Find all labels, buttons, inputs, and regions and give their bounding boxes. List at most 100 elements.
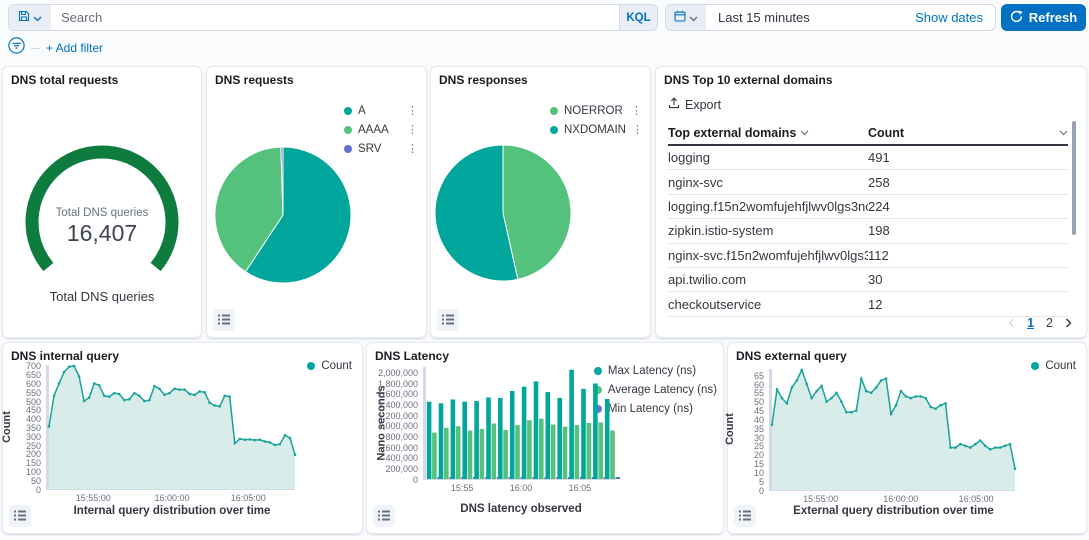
pie-legend: A⋮ AAAA⋮ SRV⋮ (344, 105, 418, 155)
refresh-label: Refresh (1029, 10, 1077, 25)
kql-button[interactable]: KQL (619, 5, 657, 30)
panel-dns-latency: DNS Latency Max Latency (ns)Average Late… (366, 342, 724, 534)
y-tick-label: 1,600,000 (367, 389, 418, 399)
y-tick-label: 15 (728, 459, 764, 469)
column-label: Top external domains (668, 126, 796, 140)
y-tick-label: 30 (728, 433, 764, 443)
legend-toggle-button[interactable] (734, 505, 756, 527)
show-dates-link[interactable]: Show dates (915, 5, 995, 30)
y-tick-label: 40 (728, 415, 764, 425)
saved-query-icon (18, 10, 30, 25)
legend-dot-icon (1031, 362, 1039, 370)
y-tick-label: 200,000 (367, 464, 418, 474)
legend-dot-icon (550, 126, 558, 134)
count-cell: 198 (868, 223, 1068, 238)
legend-toggle-icon (14, 509, 26, 524)
panel-dns-internal-query: DNS internal query Count Count Internal … (2, 342, 363, 534)
area-chart[interactable] (49, 365, 295, 489)
legend-menu-icon[interactable]: ⋮ (632, 125, 643, 136)
dropdown-chevron-icon (33, 10, 42, 25)
legend-item-AAAA[interactable]: AAAA⋮ (344, 124, 418, 136)
panel-dns-total-requests: DNS total requests Total DNS queries 16,… (2, 66, 202, 338)
pie-legend: NOERROR⋮ NXDOMAIN⋮ (550, 105, 642, 136)
area-chart[interactable] (772, 369, 1015, 490)
legend-item-Count[interactable]: Count (307, 360, 352, 372)
bar-chart[interactable] (426, 367, 616, 479)
legend-item-NOERROR[interactable]: NOERROR⋮ (550, 105, 642, 117)
refresh-button[interactable]: Refresh (1001, 4, 1086, 31)
x-tick-label: 16:05 (569, 483, 592, 493)
pie-chart[interactable] (433, 143, 573, 283)
gauge-bottom-label: Total DNS queries (3, 289, 201, 304)
page-number-2[interactable]: 2 (1046, 316, 1053, 330)
legend-menu-icon[interactable]: ⋮ (631, 106, 642, 117)
search-input[interactable] (51, 5, 619, 30)
y-tick-label: 1,400,000 (367, 400, 418, 410)
prev-page-icon[interactable] (1008, 318, 1015, 328)
legend-toggle-button[interactable] (373, 505, 395, 527)
y-tick-label: 10 (728, 468, 764, 478)
legend-toggle-button[interactable] (213, 309, 235, 331)
legend-item-A[interactable]: A⋮ (344, 105, 418, 117)
x-tick-label: 16:05:00 (231, 493, 266, 503)
gauge-label: Total DNS queries (3, 207, 201, 219)
legend-item-SRV[interactable]: SRV⋮ (344, 143, 418, 155)
panel-dns-external-query: DNS external query Count Count External … (727, 342, 1087, 534)
y-tick-label: 600 (3, 379, 41, 389)
legend-item-Count[interactable]: Count (1031, 360, 1076, 372)
count-cell: 12 (868, 297, 1068, 312)
x-tick-label: 15:55:00 (803, 494, 838, 504)
y-tick-label: 650 (3, 370, 41, 380)
page-numbers: 12 (1027, 316, 1053, 330)
panel-title: DNS responses (439, 73, 528, 87)
table-row: checkoutservice12 (668, 292, 1068, 316)
panel-dns-responses: DNS responses NOERROR⋮ NXDOMAIN⋮ (430, 66, 651, 338)
filter-icon[interactable] (8, 37, 25, 59)
legend-menu-icon[interactable]: ⋮ (407, 144, 418, 155)
legend-toggle-icon (378, 509, 390, 524)
legend-toggle-icon (442, 313, 454, 328)
legend-label: Count (321, 360, 352, 372)
pie-chart[interactable] (213, 145, 353, 285)
y-tick-label: 35 (728, 424, 764, 434)
x-axis-title: DNS latency observed (426, 503, 616, 515)
column-header-domains[interactable]: Top external domains (668, 126, 868, 140)
x-tick-label: 15:55 (451, 483, 474, 493)
legend-dot-icon (344, 126, 352, 134)
x-tick-label: 16:05:00 (959, 494, 994, 504)
next-page-icon[interactable] (1065, 318, 1072, 328)
legend-dot-icon (550, 107, 558, 115)
x-tick-label: 15:55:00 (76, 493, 111, 503)
panel-title: DNS Top 10 external domains (664, 73, 833, 87)
page-number-1[interactable]: 1 (1027, 316, 1034, 330)
y-tick-label: 700 (3, 361, 41, 371)
legend-menu-icon[interactable]: ⋮ (407, 106, 418, 117)
y-tick-label: 350 (3, 423, 41, 433)
y-tick-label: 400,000 (367, 453, 418, 463)
x-tick-label: 16:00:00 (883, 494, 918, 504)
count-cell: 258 (868, 175, 1068, 190)
time-range-value[interactable]: Last 15 minutes (706, 5, 915, 30)
y-tick-label: 150 (3, 458, 41, 468)
y-tick-label: 2,000,000 (367, 368, 418, 378)
saved-queries-button[interactable] (9, 5, 51, 30)
filter-divider (31, 48, 40, 49)
y-tick-label: 65 (728, 371, 764, 381)
table-row: nginx-svc258 (668, 170, 1068, 194)
add-filter-link[interactable]: + Add filter (46, 41, 103, 55)
legend-toggle-button[interactable] (9, 505, 31, 527)
legend-label: Min Latency (ns) (608, 403, 693, 415)
y-tick-label: 25 (728, 441, 764, 451)
export-button[interactable]: Export (668, 97, 721, 112)
legend-menu-icon[interactable]: ⋮ (407, 125, 418, 136)
legend-toggle-button[interactable] (437, 309, 459, 331)
chart-legend: Count (307, 360, 352, 372)
gauge-center-text: Total DNS queries 16,407 (3, 207, 201, 247)
table-scrollbar[interactable] (1072, 121, 1076, 235)
y-tick-label: 1,800,000 (367, 379, 418, 389)
x-tick-label: 16:00:00 (154, 493, 189, 503)
table-row: logging.f15n2womfujehfjlwv0lgs3nog....22… (668, 195, 1068, 219)
column-header-count[interactable]: Count (868, 126, 1068, 140)
legend-item-NXDOMAIN[interactable]: NXDOMAIN⋮ (550, 124, 642, 136)
date-picker-button[interactable] (666, 5, 706, 30)
